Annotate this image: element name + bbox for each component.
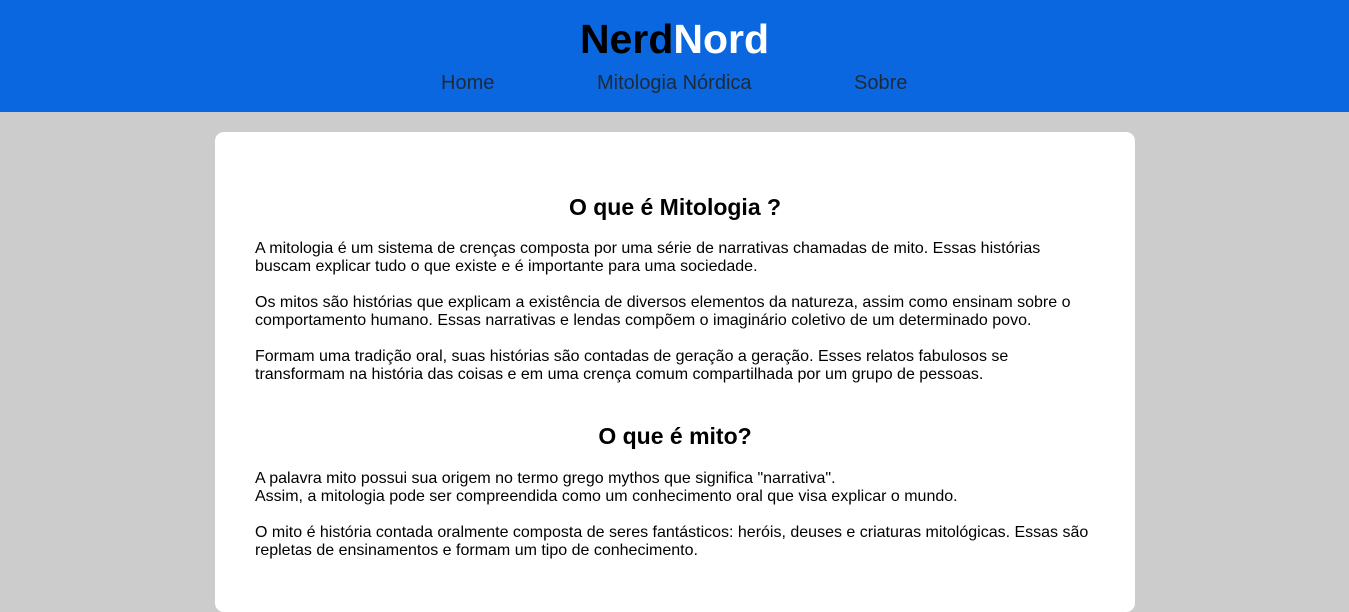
paragraph: A palavra mito possui sua origem no term… <box>255 470 836 487</box>
paragraph: Os mitos são histórias que explicam a ex… <box>255 294 1071 329</box>
nav-link-home[interactable]: Home <box>441 70 494 96</box>
nav-link-sobre[interactable]: Sobre <box>854 70 907 96</box>
main-nav: Home Mitologia Nórdica Sobre <box>0 70 1349 100</box>
content-card: O que é Mitologia ? A mitologia é um sis… <box>215 132 1135 612</box>
nav-link-mitologia-nordica[interactable]: Mitologia Nórdica <box>597 70 752 96</box>
site-logo[interactable]: NerdNord <box>0 16 1349 62</box>
paragraph: A mitologia é um sistema de crenças comp… <box>255 240 1041 275</box>
paragraph: O mito é história contada oralmente comp… <box>255 524 1089 559</box>
section-title-mito: O que é mito? <box>598 423 752 449</box>
logo-part-nerd: Nerd <box>579 16 674 62</box>
paragraph: Assim, a mitologia pode ser compreendida… <box>255 488 958 505</box>
logo-part-nord: Nord <box>673 16 770 62</box>
paragraph: Formam uma tradição oral, suas histórias… <box>255 348 1009 383</box>
site-header: NerdNord Home Mitologia Nórdica Sobre <box>0 0 1349 112</box>
section-title-mitologia: O que é Mitologia ? <box>568 194 782 220</box>
